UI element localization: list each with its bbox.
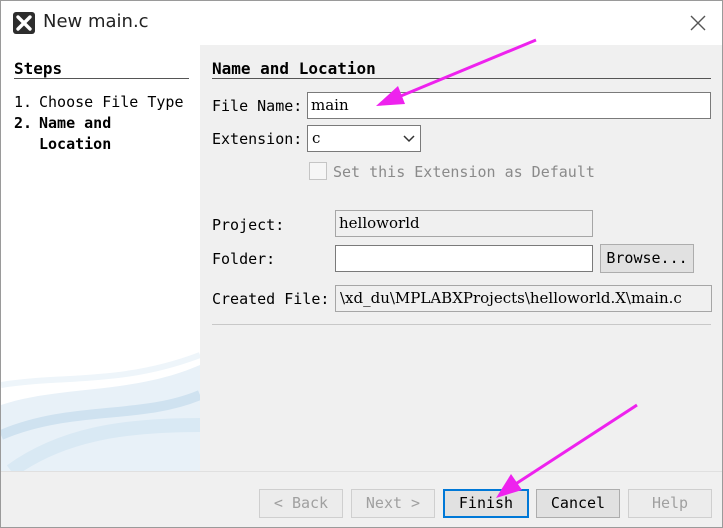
default-extension-checkbox[interactable]	[309, 162, 327, 180]
folder-label: Folder:	[212, 250, 276, 268]
chevron-down-icon	[403, 135, 415, 143]
file-name-label: File Name:	[212, 97, 303, 115]
steps-heading: Steps	[14, 59, 63, 78]
mplab-x-icon	[13, 12, 35, 34]
window-title: New main.c	[43, 11, 149, 32]
default-extension-label: Set this Extension as Default	[333, 163, 595, 181]
extension-label: Extension:	[212, 130, 303, 148]
browse-button[interactable]: Browse...	[600, 244, 694, 273]
created-file-field: \xd_du\MPLABXProjects\helloworld.X\main.…	[335, 285, 712, 312]
file-name-input[interactable]: main	[307, 92, 711, 119]
steps-panel: Steps 1. Choose File Type 2. Name and Loca…	[1, 45, 200, 471]
step-choose-file-type: 1. Choose File Type	[14, 93, 184, 111]
step-name-and-location: 2. Name and Location	[14, 114, 112, 153]
created-file-label: Created File:	[212, 290, 330, 308]
back-button[interactable]: < Back	[259, 489, 343, 518]
cancel-button[interactable]: Cancel	[536, 489, 620, 518]
close-icon[interactable]	[687, 12, 709, 34]
next-button[interactable]: Next >	[351, 489, 435, 518]
name-and-location-panel: Name and Location File Name: main Extens…	[200, 45, 722, 471]
panel-heading: Name and Location	[212, 59, 376, 78]
panel-divider	[212, 78, 711, 79]
new-file-dialog: New main.c Steps 1. Choose File Type 2. Na…	[0, 0, 723, 528]
button-bar: < Back Next > Finish Cancel Help	[1, 471, 722, 527]
extension-select[interactable]: c	[307, 125, 421, 152]
project-field: helloworld	[335, 210, 593, 237]
title-bar: New main.c	[1, 1, 722, 45]
finish-button[interactable]: Finish	[443, 489, 529, 518]
decorative-swoosh	[1, 352, 200, 471]
steps-divider	[14, 78, 189, 79]
project-label: Project:	[212, 216, 285, 234]
help-button[interactable]: Help	[628, 489, 712, 518]
folder-input[interactable]	[335, 245, 593, 272]
panel-separator	[212, 324, 711, 325]
